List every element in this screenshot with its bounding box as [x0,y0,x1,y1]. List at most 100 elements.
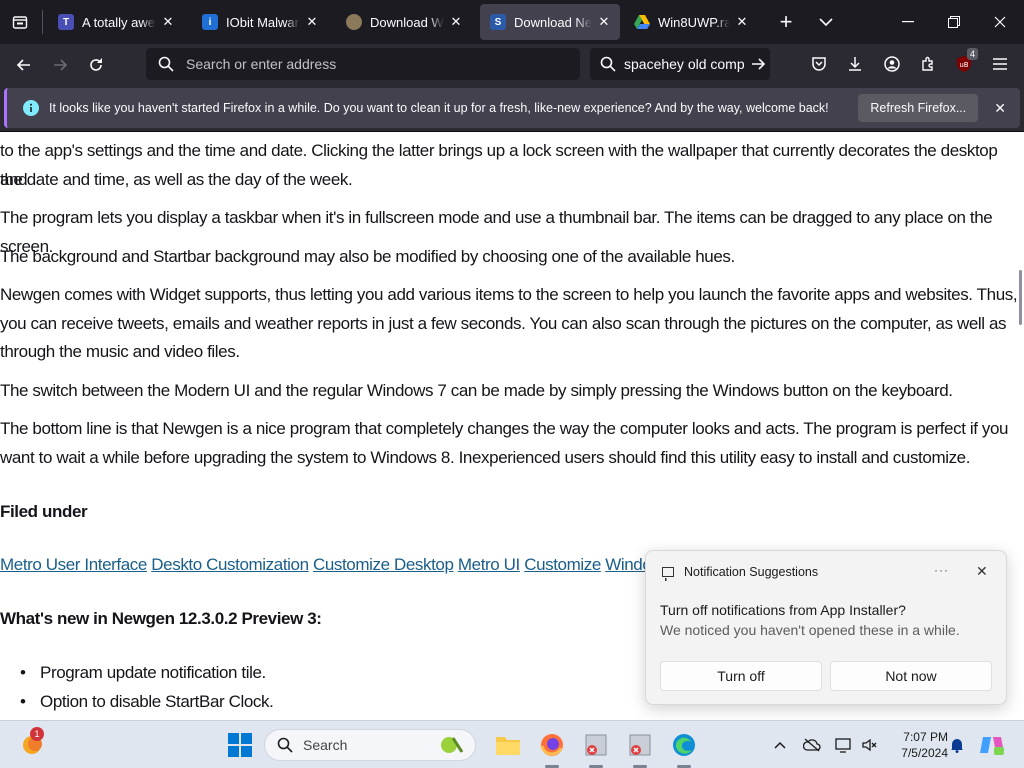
scrollbar-thumb[interactable] [1019,270,1022,325]
minimize-icon [902,21,914,23]
close-icon[interactable]: ✕ [448,14,464,30]
tag-link[interactable]: Deskto Customization [151,555,309,574]
paragraph-line: the date and time, as well as the day of… [0,170,353,189]
forward-button[interactable] [44,49,76,81]
account-icon [884,56,900,72]
filed-under-heading: Filed under [0,502,88,521]
notification-toast: Notification Suggestions ··· ✕ Turn off … [645,550,1007,705]
hamburger-icon [993,58,1007,70]
tray-icon[interactable] [856,729,882,761]
page-scrollbar[interactable] [1018,133,1024,718]
list-all-tabs-button[interactable] [810,6,842,38]
tab-5[interactable]: Win8UWP.rar - Google Drive ✕ [624,4,758,40]
address-placeholder: Search or enter address [186,56,337,72]
new-tab-button[interactable]: + [770,6,802,38]
drive-icon [634,14,650,30]
close-icon [994,16,1006,28]
close-icon[interactable]: ✕ [976,563,988,580]
close-window-button[interactable] [980,6,1020,38]
tag-link[interactable]: Metro UI [458,555,520,574]
not-now-button[interactable]: Not now [830,661,992,691]
restore-button[interactable] [934,6,974,38]
toast-header: Notification Suggestions [684,565,819,579]
widgets-button[interactable]: 1 [16,727,48,761]
app-taskbar-button[interactable] [624,729,656,761]
teams-icon: T [58,14,74,30]
search-icon [158,56,174,72]
pocket-button[interactable] [803,48,835,80]
start-button[interactable] [224,729,256,761]
firefox-taskbar-button[interactable] [536,729,568,761]
changelog-text: Option to disable StartBar Clock. [40,692,274,711]
menu-button[interactable] [984,48,1016,80]
clock[interactable]: 7:07 PM 7/5/2024 [884,729,948,761]
downloads-button[interactable] [839,48,871,80]
back-arrow-icon [16,59,30,71]
plus-icon: + [779,9,793,34]
more-options-button[interactable]: ··· [934,563,949,577]
softpedia-icon [346,14,362,30]
paragraph: The switch between the Modern UI and the… [0,381,953,400]
tab-3[interactable]: Download Windows ✕ [336,4,472,40]
tab-title: Win8UWP.rar - Google Drive [658,14,730,30]
copilot-button[interactable] [976,729,1008,761]
tab-title: IObit Malware Fighter [226,14,300,30]
close-icon[interactable]: ✕ [160,14,176,30]
tab-1[interactable]: T A totally awesome ✕ [48,4,184,40]
clock-time: 7:07 PM [903,730,948,744]
firefox-view-button[interactable] [6,6,34,38]
clock-date: 7/5/2024 [901,746,948,760]
search-value[interactable]: spacehey old comput [624,56,744,72]
tab-4-active[interactable]: S Download Newgen ✕ [480,4,620,40]
refresh-firefox-button[interactable]: Refresh Firefox... [858,94,979,122]
tab-title: A totally awesome [82,14,156,30]
taskbar-search-placeholder: Search [303,737,348,753]
minimize-button[interactable] [888,6,928,38]
address-bar[interactable]: Search or enter address [146,48,580,80]
toast-title: Turn off notifications from App Installe… [660,602,906,618]
reload-button[interactable] [80,49,112,81]
volume-muted-icon [862,738,877,752]
widget-badge: 1 [30,727,44,741]
search-highlight-icon [441,737,464,753]
close-icon[interactable]: ✕ [734,14,750,30]
edge-taskbar-button[interactable] [668,729,700,761]
notification-box: It looks like you haven't started Firefo… [4,88,1020,128]
paragraph-line: Newgen comes with Widget supports, thus … [0,285,1018,304]
go-arrow-icon[interactable] [750,56,766,72]
iobit-icon: i [202,14,218,30]
close-icon[interactable]: ✕ [304,14,320,30]
tag-link[interactable]: Customize [524,555,601,574]
tab-title: Download Newgen [514,14,592,30]
extensions-button[interactable] [912,48,944,80]
copilot-icon [980,737,1004,755]
tag-link[interactable]: Metro User Interface [0,555,147,574]
app-taskbar-button[interactable] [580,729,612,761]
toast-body: We noticed you haven't opened these in a… [660,622,960,638]
ublock-button[interactable]: uB 4 [948,48,980,80]
pocket-icon [812,57,826,71]
firefox-icon [540,734,563,756]
search-icon [277,737,293,753]
account-button[interactable] [876,48,908,80]
tab-2[interactable]: i IObit Malware Fighter ✕ [192,4,328,40]
tray-icon[interactable] [830,729,858,761]
folder-icon [496,737,520,755]
back-button[interactable] [8,49,40,81]
notification-message: It looks like you haven't started Firefo… [49,101,829,115]
tray-icon[interactable] [798,729,826,761]
notifications-button[interactable] [944,729,970,761]
show-hidden-icons-button[interactable] [766,729,794,761]
close-icon[interactable]: ✕ [994,100,1006,117]
windows-taskbar: 1 Search 7:07 PM 7/5/2024 [0,720,1024,768]
edge-icon [673,734,695,756]
tag-link[interactable]: Customize Desktop [313,555,454,574]
ublock-badge: 4 [966,48,978,60]
taskbar-search-box[interactable]: Search [264,729,476,761]
search-bar[interactable]: spacehey old comput [590,48,770,80]
turn-off-button[interactable]: Turn off [660,661,822,691]
paragraph-line: through the music and video files. [0,342,240,361]
file-explorer-button[interactable] [492,729,524,761]
tab-bar: T A totally awesome ✕ i IObit Malware Fi… [0,0,1024,44]
close-icon[interactable]: ✕ [596,14,612,30]
